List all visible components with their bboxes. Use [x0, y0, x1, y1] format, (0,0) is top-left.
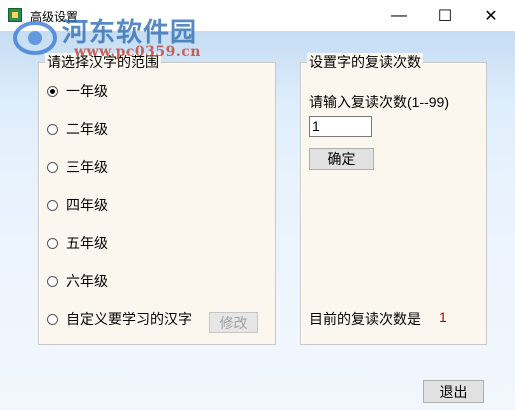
radio-custom[interactable]: 自定义要学习的汉字 [47, 309, 192, 329]
radio-grade-5[interactable]: 五年级 [47, 233, 108, 253]
radio-grade-1[interactable]: 一年级 [47, 81, 108, 101]
confirm-button[interactable]: 确定 [309, 148, 374, 170]
radio-unchecked-icon [47, 161, 58, 173]
radio-grade-4[interactable]: 四年级 [47, 195, 108, 215]
maximize-icon: ☐ [437, 7, 453, 25]
maximize-button[interactable]: ☐ [422, 0, 468, 31]
minimize-button[interactable]: — [376, 0, 422, 31]
repeat-group-title: 设置字的复读次数 [307, 53, 423, 71]
modify-button[interactable]: 修改 [209, 312, 258, 333]
minimize-icon: — [391, 6, 407, 24]
dialog-body: 请选择汉字的范围 一年级 二年级 三年级 四年级 五年级 六年级 自定义要学习的… [0, 31, 515, 410]
radio-grade-5-label: 五年级 [66, 235, 108, 251]
watermark-url: www.pc0359.cn [74, 44, 201, 60]
radio-unchecked-icon [47, 123, 58, 135]
close-button[interactable]: ✕ [468, 0, 514, 31]
radio-unchecked-icon [47, 275, 58, 287]
close-icon: ✕ [484, 7, 498, 25]
radio-grade-2[interactable]: 二年级 [47, 119, 108, 139]
watermark-logo-icon [13, 21, 57, 55]
radio-checked-icon [47, 85, 58, 97]
repeat-count-input[interactable]: 1 [309, 116, 372, 137]
radio-grade-2-label: 二年级 [66, 121, 108, 137]
radio-unchecked-icon [47, 313, 58, 325]
radio-grade-4-label: 四年级 [66, 197, 108, 213]
radio-grade-3-label: 三年级 [66, 159, 108, 175]
repeat-prompt: 请输入复读次数(1--99) [309, 94, 450, 110]
exit-button[interactable]: 退出 [423, 380, 484, 403]
repeat-group: 设置字的复读次数 请输入复读次数(1--99) 1 确定 目前的复读次数是 1 [300, 53, 487, 345]
current-count-label: 目前的复读次数是 [309, 311, 421, 327]
radio-grade-6-label: 六年级 [66, 273, 108, 289]
range-group: 请选择汉字的范围 一年级 二年级 三年级 四年级 五年级 六年级 自定义要学习的… [38, 53, 276, 345]
radio-unchecked-icon [47, 199, 58, 211]
radio-unchecked-icon [47, 237, 58, 249]
radio-grade-3[interactable]: 三年级 [47, 157, 108, 177]
radio-custom-label: 自定义要学习的汉字 [66, 311, 192, 327]
radio-grade-1-label: 一年级 [66, 83, 108, 99]
current-count-value: 1 [439, 309, 447, 325]
radio-grade-6[interactable]: 六年级 [47, 271, 108, 291]
